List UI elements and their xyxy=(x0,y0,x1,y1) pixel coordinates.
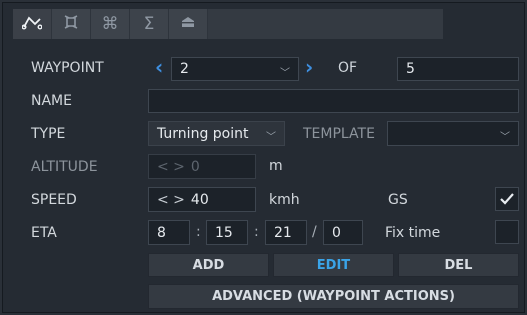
fix-time-checkbox[interactable] xyxy=(495,220,519,244)
route-icon xyxy=(21,14,43,35)
type-select[interactable]: Turning point ﹀ xyxy=(148,121,285,146)
tab-bar: ⌘ Σ xyxy=(13,9,443,39)
tab-commands[interactable]: ⌘ xyxy=(91,9,130,39)
next-waypoint-button[interactable]: › xyxy=(305,55,313,79)
type-value: Turning point xyxy=(157,125,249,142)
add-button[interactable]: ADD xyxy=(148,253,269,277)
waypoint-total-field: 5 xyxy=(397,57,519,81)
eta-label: ETA xyxy=(31,225,57,241)
template-select[interactable]: ﹀ xyxy=(387,121,519,146)
edit-button[interactable]: EDIT xyxy=(273,253,394,277)
speed-unit: kmh xyxy=(269,192,300,208)
eta-day-field[interactable]: 0 xyxy=(323,220,363,245)
advanced-waypoint-actions-button[interactable]: ADVANCED (WAYPOINT ACTIONS) xyxy=(148,284,519,309)
tab-bar-fill xyxy=(208,9,443,39)
name-label: NAME xyxy=(31,93,72,109)
eta-seconds-field[interactable]: 21 xyxy=(265,220,307,245)
target-icon xyxy=(62,13,80,36)
speed-label: SPEED xyxy=(31,192,77,208)
delete-button[interactable]: DEL xyxy=(398,253,519,277)
template-label: TEMPLATE xyxy=(303,126,375,142)
tab-target[interactable] xyxy=(52,9,91,39)
eta-separator: : xyxy=(196,224,201,240)
of-label: OF xyxy=(338,60,358,76)
waypoint-select[interactable]: 2 ﹀ xyxy=(171,57,299,81)
speed-value: 40 xyxy=(190,191,209,208)
chevron-down-icon: ﹀ xyxy=(280,68,290,79)
tab-home[interactable] xyxy=(169,9,208,39)
eta-day-separator: / xyxy=(312,224,317,240)
altitude-unit: m xyxy=(269,158,283,174)
command-icon: ⌘ xyxy=(101,14,119,34)
home-icon xyxy=(180,14,196,34)
waypoint-value: 2 xyxy=(180,61,189,77)
chevron-down-icon: ﹀ xyxy=(266,132,276,143)
altitude-arrows: < > xyxy=(157,158,185,175)
speed-field[interactable]: < > 40 xyxy=(148,187,256,212)
name-field[interactable] xyxy=(148,89,519,113)
tab-sum[interactable]: Σ xyxy=(130,9,169,39)
eta-seconds: 21 xyxy=(274,224,292,241)
altitude-label: ALTITUDE xyxy=(31,159,98,175)
gs-label: GS xyxy=(388,192,408,208)
eta-hours-field[interactable]: 8 xyxy=(148,220,190,245)
eta-separator: : xyxy=(254,224,259,240)
eta-minutes-field[interactable]: 15 xyxy=(206,220,248,245)
mission-editor-panel: ⌘ Σ WAYPOINT ‹ 2 ﹀ › OF 5 NAME TYPE Turn… xyxy=(2,2,525,313)
type-label: TYPE xyxy=(31,126,66,142)
eta-hours: 8 xyxy=(157,224,166,241)
eta-minutes: 15 xyxy=(215,224,233,241)
chevron-down-icon: ﹀ xyxy=(500,132,510,143)
waypoint-total: 5 xyxy=(406,61,415,77)
waypoint-label: WAYPOINT xyxy=(31,60,104,76)
gs-checkbox[interactable] xyxy=(495,187,519,211)
altitude-value: 0 xyxy=(190,158,200,175)
eta-day: 0 xyxy=(332,224,341,241)
fix-time-label: Fix time xyxy=(385,225,441,241)
prev-waypoint-button[interactable]: ‹ xyxy=(155,55,163,79)
checkmark-icon xyxy=(500,193,514,205)
tab-route[interactable] xyxy=(13,9,52,39)
altitude-field[interactable]: < > 0 xyxy=(148,154,256,179)
sigma-icon: Σ xyxy=(143,14,155,34)
speed-arrows: < > xyxy=(157,191,185,208)
